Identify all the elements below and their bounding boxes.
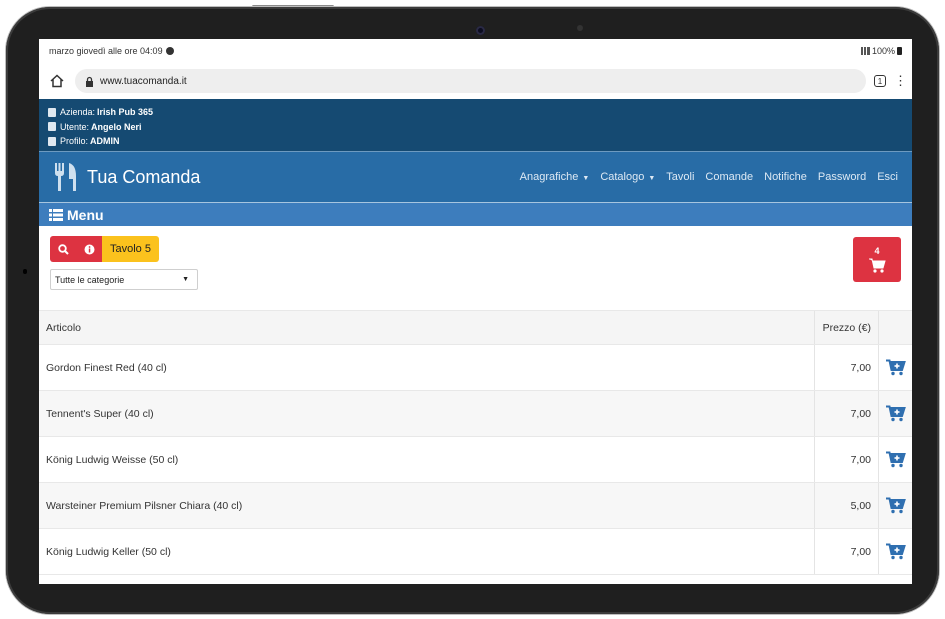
article-name: Warsteiner Premium Pilsner Chiara (40 cl…: [46, 499, 243, 512]
fork-knife-logo-icon: [55, 163, 76, 191]
add-to-cart-button[interactable]: [878, 483, 912, 528]
profilo-value: ADMIN: [90, 136, 120, 147]
cart-plus-icon: [885, 451, 906, 468]
cart-plus-icon: [885, 497, 906, 514]
info-button[interactable]: [76, 236, 102, 262]
chevron-down-icon: ▼: [648, 175, 656, 182]
brand-name: Tua Comanda: [87, 166, 201, 187]
azienda-row: Azienda: Irish Pub 365: [48, 105, 904, 120]
col-header-price: Prezzo (€): [814, 311, 878, 344]
brand[interactable]: Tua Comanda: [53, 161, 200, 193]
nav-anagrafiche[interactable]: Anagrafiche ▼: [520, 171, 590, 183]
cart-plus-icon: [885, 405, 906, 422]
profilo-row: Profilo: ADMIN: [48, 134, 904, 149]
battery-text: 100%: [871, 46, 895, 56]
nav-tavoli[interactable]: Tavoli: [666, 171, 694, 183]
utente-label: Utente:: [60, 121, 90, 132]
cart-plus-icon: [885, 359, 906, 376]
table-button-group: Tavolo 5: [50, 236, 159, 262]
status-bar: marzo giovedì alle ore 04:09 100%: [39, 39, 912, 63]
status-time: marzo giovedì alle ore 04:09: [49, 46, 163, 56]
utente-value: Angelo Neri: [91, 121, 142, 132]
battery-icon: [897, 47, 902, 55]
cart-plus-icon: [885, 543, 906, 560]
url-text: www.tuacomanda.it: [100, 75, 187, 87]
col-header-article: Articolo: [46, 321, 82, 334]
article-price: 7,00: [814, 391, 878, 436]
cart-icon: [868, 258, 886, 273]
category-select[interactable]: Tutte le categorie ▼: [50, 269, 198, 290]
add-to-cart-button[interactable]: [878, 345, 912, 390]
screen: marzo giovedì alle ore 04:09 100% www.tu…: [39, 39, 912, 584]
kebab-menu-icon[interactable]: ⋮: [894, 73, 907, 89]
category-select-value: Tutte le categorie: [55, 274, 125, 285]
nav-anagrafiche-label: Anagrafiche: [519, 171, 579, 183]
chevron-down-icon: ▼: [582, 175, 590, 182]
articles-table: Articolo Prezzo (€) Gordon Finest Red (4…: [39, 310, 912, 575]
lock-icon: [86, 76, 93, 87]
article-price: 7,00: [814, 345, 878, 390]
table-row: Gordon Finest Red (40 cl) 7,00: [39, 345, 912, 391]
user-lock-icon: [48, 136, 56, 146]
side-button: [23, 269, 27, 274]
camera-icon: [476, 26, 485, 35]
signal-icon: [860, 47, 870, 55]
nav-catalogo[interactable]: Catalogo ▼: [600, 171, 655, 183]
tabs-icon[interactable]: 1: [874, 75, 886, 87]
add-to-cart-button[interactable]: [878, 391, 912, 436]
cart-count: 4: [874, 246, 880, 256]
article-price: 7,00: [814, 529, 878, 574]
info-icon: [84, 244, 94, 254]
search-icon: [57, 243, 69, 255]
table-row: Warsteiner Premium Pilsner Chiara (40 cl…: [39, 483, 912, 529]
article-name: Gordon Finest Red (40 cl): [46, 361, 167, 374]
search-button[interactable]: [50, 236, 76, 262]
profilo-label: Profilo:: [60, 136, 89, 147]
col-header-action: [878, 311, 912, 344]
article-price: 7,00: [814, 437, 878, 482]
building-icon: [48, 107, 56, 117]
user-info-bar: Azienda: Irish Pub 365 Utente: Angelo Ne…: [39, 99, 912, 152]
table-row: Tennent's Super (40 cl) 7,00: [39, 391, 912, 437]
address-bar[interactable]: www.tuacomanda.it: [75, 69, 866, 93]
order-toolbar: Tavolo 5 Tutte le categorie ▼ 4: [39, 226, 912, 309]
article-name: König Ludwig Weisse (50 cl): [46, 453, 179, 466]
table-row: König Ludwig Weisse (50 cl) 7,00: [39, 437, 912, 483]
azienda-value: Irish Pub 365: [97, 107, 154, 118]
nav-catalogo-label: Catalogo: [600, 171, 645, 183]
notification-icon: [165, 47, 174, 55]
user-icon: [48, 122, 56, 132]
table-row: König Ludwig Keller (50 cl) 7,00: [39, 529, 912, 575]
menu-title: Menu: [67, 206, 104, 223]
nav-esci[interactable]: Esci: [877, 171, 898, 183]
menu-header: Menu: [39, 203, 912, 226]
nav-links: Anagrafiche ▼ Catalogo ▼ Tavoli Comande No…: [520, 171, 898, 183]
nav-notifiche[interactable]: Notifiche: [764, 171, 807, 183]
nav-password[interactable]: Password: [818, 171, 866, 183]
browser-toolbar: www.tuacomanda.it 1 ⋮: [39, 63, 912, 99]
table-button[interactable]: Tavolo 5: [102, 236, 159, 262]
add-to-cart-button[interactable]: [878, 529, 912, 574]
article-price: 5,00: [814, 483, 878, 528]
main-navbar: Tua Comanda Anagrafiche ▼ Catalogo ▼ Tavol…: [39, 152, 912, 203]
chevron-down-icon: ▼: [182, 276, 189, 283]
article-name: König Ludwig Keller (50 cl): [46, 545, 171, 558]
nav-comande[interactable]: Comande: [705, 171, 753, 183]
utente-row: Utente: Angelo Neri: [48, 120, 904, 135]
azienda-label: Azienda:: [60, 107, 96, 118]
add-to-cart-button[interactable]: [878, 437, 912, 482]
home-icon[interactable]: [47, 71, 67, 91]
table-header: Articolo Prezzo (€): [39, 310, 912, 345]
article-name: Tennent's Super (40 cl): [46, 407, 154, 420]
sensor-icon: [577, 25, 583, 31]
cart-button[interactable]: 4: [853, 237, 901, 282]
list-icon: [49, 208, 63, 221]
